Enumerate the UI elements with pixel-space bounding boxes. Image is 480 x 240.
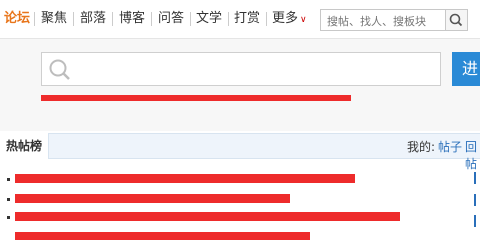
list-bullet	[7, 198, 10, 201]
search-button[interactable]: 进	[452, 52, 480, 86]
nav-item-more-label: 更多	[272, 11, 299, 26]
nav-item-literature[interactable]: 文学	[196, 10, 222, 28]
top-navigation-bar: 论坛 聚焦 部落 博客 问答 文学 打赏 更多 ∨	[0, 0, 480, 39]
top-search-input[interactable]	[321, 11, 445, 32]
my-replies-link[interactable]: 回帖	[465, 138, 480, 172]
list-bullet	[7, 178, 10, 181]
main-search-input[interactable]	[42, 53, 440, 85]
search-icon	[49, 59, 70, 80]
nav-item-more[interactable]: 更多 ∨	[272, 10, 307, 29]
my-label: 我的:	[407, 140, 436, 154]
nav-divider	[151, 12, 152, 26]
nav-item-qa[interactable]: 问答	[158, 10, 184, 28]
search-icon	[449, 13, 463, 27]
nav-item-tribe[interactable]: 部落	[80, 10, 106, 28]
nav-divider	[266, 12, 267, 26]
nav-divider	[34, 12, 35, 26]
redacted-hot-post[interactable]	[15, 232, 310, 240]
redacted-text	[41, 95, 351, 101]
tab-hot-posts[interactable]: 热帖榜	[0, 133, 50, 159]
nav-divider	[73, 12, 74, 26]
top-search-button[interactable]	[446, 9, 468, 31]
main-search-box	[41, 52, 441, 86]
chevron-down-icon: ∨	[300, 15, 307, 25]
nav-item-reward[interactable]: 打赏	[234, 10, 260, 28]
top-search-box	[320, 9, 446, 32]
side-link[interactable]	[474, 172, 480, 184]
redacted-hot-post[interactable]	[15, 174, 355, 183]
nav-item-blog[interactable]: 博客	[119, 10, 145, 28]
nav-divider	[190, 12, 191, 26]
list-bullet	[7, 216, 10, 219]
my-posts-link[interactable]: 帖子	[438, 138, 462, 155]
hot-posts-header: 热帖榜 我的: 帖子 回帖	[0, 133, 480, 171]
side-link[interactable]	[474, 194, 480, 206]
nav-divider	[112, 12, 113, 26]
nav-item-focus[interactable]: 聚焦	[41, 10, 67, 28]
redacted-hot-post[interactable]	[15, 212, 400, 221]
nav-divider	[228, 12, 229, 26]
side-link[interactable]	[474, 215, 480, 227]
redacted-hot-post[interactable]	[15, 194, 290, 203]
nav-item-forum[interactable]: 论坛	[4, 10, 30, 28]
